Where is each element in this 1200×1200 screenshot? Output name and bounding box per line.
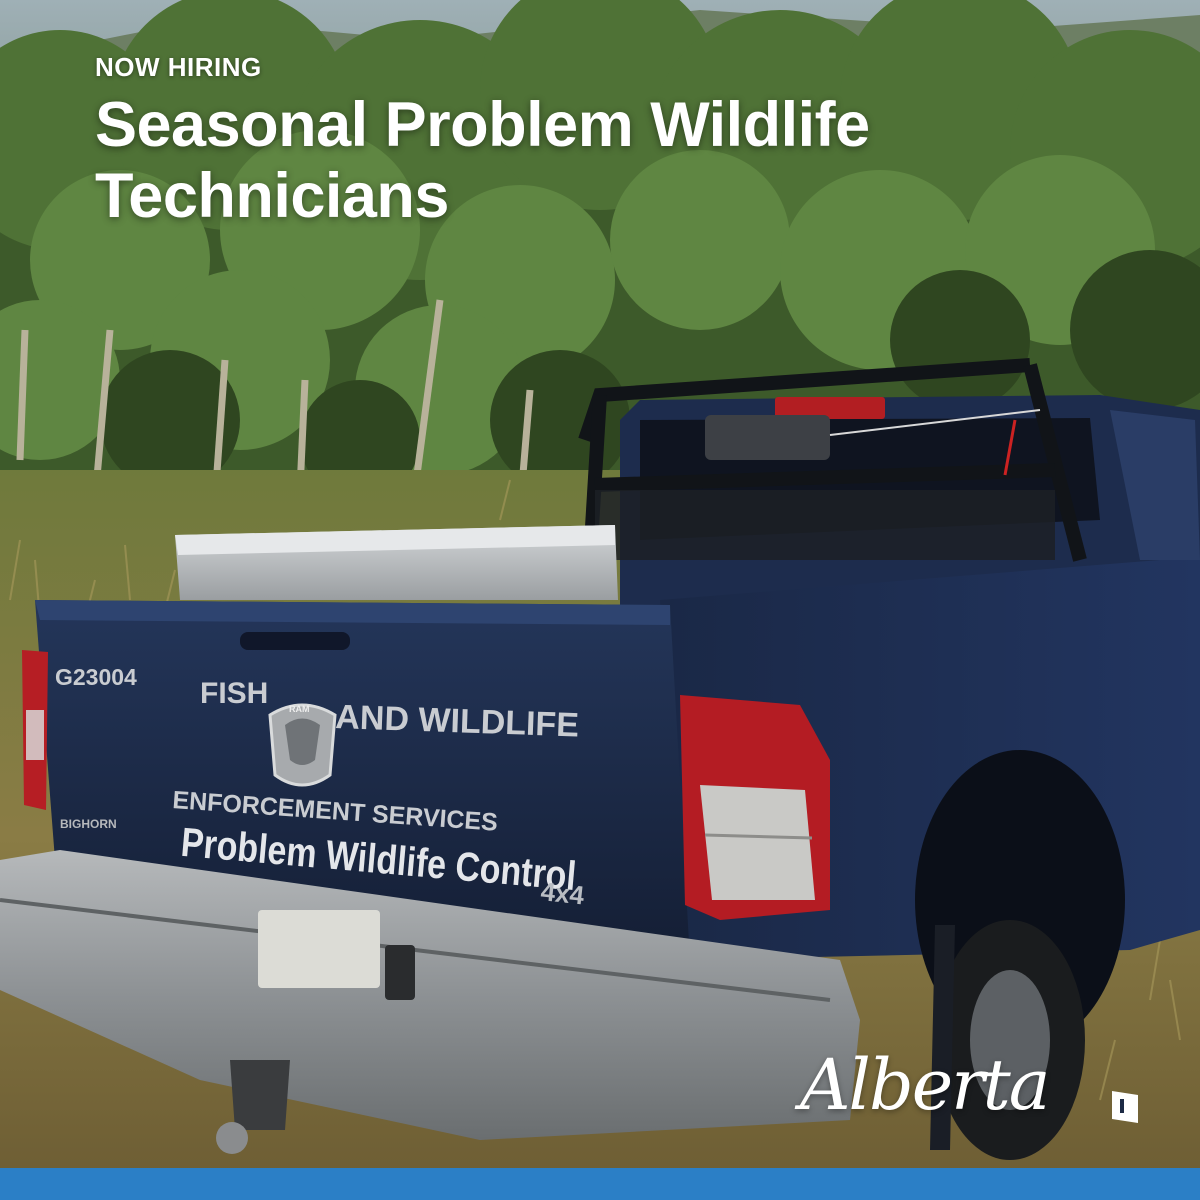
alberta-logo: Alberta [800, 1035, 1145, 1145]
now-hiring-label: NOW HIRING [95, 52, 262, 82]
hiring-poster: G23004 FISH AND WILDLIFE ENFORCEMENT SER… [0, 0, 1200, 1200]
tailgate-fish: FISH [200, 677, 268, 710]
fleet-number: G23004 [55, 664, 137, 690]
job-title-line-2: Technicians [95, 161, 449, 231]
drive-badge: 4x4 [539, 876, 586, 910]
trim-badge: BIGHORN [60, 817, 117, 831]
footer-bar [0, 1168, 1200, 1200]
alberta-flag-icon [1112, 1091, 1138, 1123]
alberta-wordmark: Alberta [800, 1044, 1050, 1126]
brand-badge: RAM [289, 704, 310, 714]
job-title: Seasonal Problem Wildlife Technicians [95, 90, 1095, 232]
headline-block: NOW HIRING Seasonal Problem Wildlife Tec… [95, 52, 1095, 232]
job-title-line-1: Seasonal Problem Wildlife [95, 90, 870, 160]
